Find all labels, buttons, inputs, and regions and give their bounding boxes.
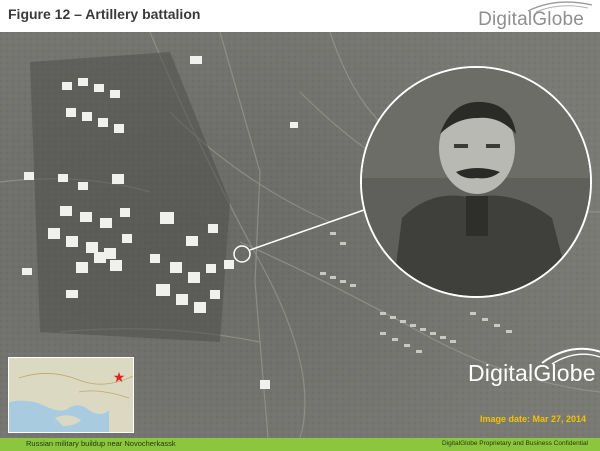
digitalglobe-logo: DigitalGlobe xyxy=(478,1,593,32)
footer-bar: Russian military buildup near Novocherka… xyxy=(0,438,600,451)
digitalglobe-watermark: DigitalGlobe xyxy=(468,347,600,387)
slide: Figure 12 – Artillery battalion DigitalG… xyxy=(0,0,600,451)
logo-swoosh-icon xyxy=(527,1,593,13)
zoom-inset-image xyxy=(362,68,590,296)
zoom-inset-circle xyxy=(360,66,592,298)
inset-locator-map: ★ xyxy=(8,357,134,433)
header: Figure 12 – Artillery battalion DigitalG… xyxy=(0,0,600,32)
footer-caption: Russian military buildup near Novocherka… xyxy=(26,439,176,448)
footer-confidentiality: DigitalGlobe Proprietary and Business Co… xyxy=(442,440,588,447)
watermark-swoosh-icon xyxy=(541,347,600,365)
star-icon: ★ xyxy=(113,370,126,386)
image-date-label: Image date: Mar 27, 2014 xyxy=(479,414,586,424)
locator-map: ★ xyxy=(9,358,133,432)
figure-title: Figure 12 – Artillery battalion xyxy=(8,6,201,22)
